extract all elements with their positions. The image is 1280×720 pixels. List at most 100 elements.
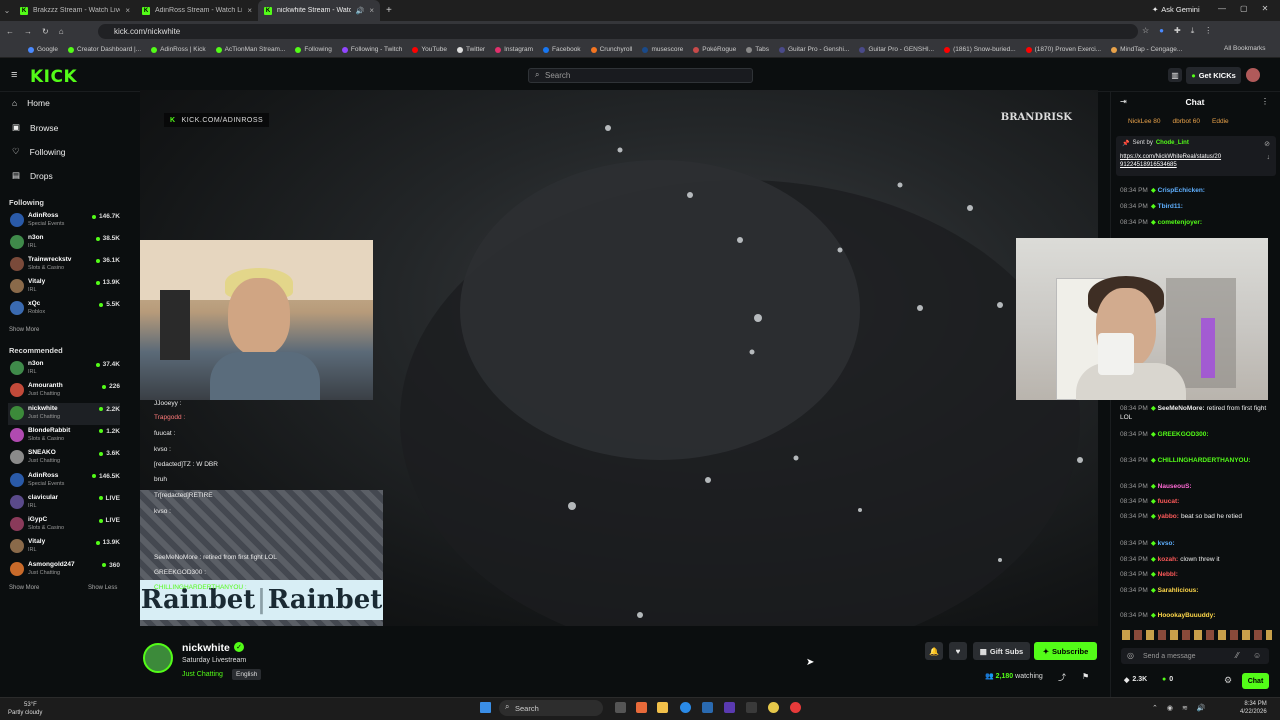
obs-icon[interactable] bbox=[790, 702, 801, 713]
edge-icon[interactable] bbox=[680, 702, 691, 713]
chrome-icon[interactable] bbox=[768, 702, 779, 713]
close-window-icon[interactable]: ✕ bbox=[1262, 4, 1269, 13]
system-tray[interactable]: ⌃ ◉ ≋ 🔊 bbox=[1152, 704, 1206, 712]
bookmark-item[interactable]: Creator Dashboard |... bbox=[67, 46, 141, 53]
chat-username[interactable]: CrispEchicken: bbox=[1158, 187, 1205, 194]
taskbar-search[interactable]: Search bbox=[499, 700, 603, 716]
bookmark-item[interactable]: Following - Twitch bbox=[341, 46, 402, 53]
sidebar-channel-blonderabbit[interactable]: BlondeRabbit Slots & Casino 1.2K bbox=[8, 425, 120, 447]
sidebar-channel-adinross[interactable]: AdinRoss Special Events 146.7K bbox=[8, 210, 120, 232]
back-icon[interactable]: ← bbox=[6, 27, 14, 36]
sidebar-channel-n3on[interactable]: n3on IRL 37.4K bbox=[8, 358, 120, 380]
forward-icon[interactable]: → bbox=[24, 27, 32, 36]
show-less-recommended[interactable]: Show Less bbox=[88, 585, 117, 591]
task-view-icon[interactable] bbox=[615, 702, 626, 713]
gifter-item[interactable]: Eddie bbox=[1212, 118, 1229, 125]
chat-message[interactable]: 08:34 PM ◆ yabbo: beat so bad he retied bbox=[1120, 512, 1270, 520]
reload-icon[interactable]: ↻ bbox=[42, 27, 49, 36]
bookmark-item[interactable]: Instagram bbox=[495, 46, 533, 53]
sidebar-channel-n3on[interactable]: n3on IRL 38.5K bbox=[8, 232, 120, 254]
commands-icon[interactable]: ⁄⁄ bbox=[1236, 651, 1239, 660]
kick-logo[interactable]: KICK bbox=[30, 67, 77, 87]
show-more-recommended[interactable]: Show More bbox=[9, 585, 39, 591]
bookmark-item[interactable]: (1870) Proven Exerci... bbox=[1025, 46, 1101, 53]
layout-icon[interactable]: ▥ bbox=[1168, 68, 1182, 82]
chat-message[interactable]: 08:34 PM ◆ kvso: bbox=[1120, 539, 1270, 547]
network-icon[interactable]: ◉ bbox=[1167, 704, 1173, 712]
star-icon[interactable]: ☆ bbox=[1142, 26, 1149, 36]
chat-message[interactable]: 08:34 PM ◆ SeeMeNoMore: retired from first… bbox=[1120, 404, 1270, 422]
chat-username[interactable]: Tbird11: bbox=[1158, 203, 1183, 210]
streamer-name[interactable]: nickwhite bbox=[182, 642, 230, 654]
menu-dots-icon[interactable]: ⋮ bbox=[1204, 26, 1212, 36]
chat-username[interactable]: fuucat: bbox=[1158, 498, 1180, 505]
bookmark-item[interactable]: (1861) Snow-buried... bbox=[944, 46, 1016, 53]
expand-pin-icon[interactable]: ↓ bbox=[1267, 154, 1271, 161]
tab-nickwhite[interactable]: Knickwhite Stream - Watch L... 🔊 × bbox=[258, 0, 380, 21]
hide-pin-icon[interactable]: ⊘ bbox=[1264, 140, 1270, 148]
chat-message[interactable]: 08:34 PM ◆ Tbird11: bbox=[1120, 202, 1270, 210]
chevron-up-icon[interactable]: ⌃ bbox=[1152, 704, 1158, 712]
chat-username[interactable]: yabbo: bbox=[1158, 513, 1179, 520]
app-icon[interactable] bbox=[724, 702, 735, 713]
bookmark-item[interactable]: Following bbox=[295, 46, 332, 53]
bookmark-item[interactable]: PokéRogue bbox=[693, 46, 736, 53]
bookmark-item[interactable]: Twitter bbox=[456, 46, 485, 53]
chat-message[interactable]: 08:34 PM ◆ Nebbl: bbox=[1120, 570, 1270, 578]
sidebar-channel-clavicular[interactable]: clavicular IRL LIVE bbox=[8, 492, 120, 514]
search-input[interactable]: Search bbox=[528, 68, 753, 83]
chat-username[interactable]: HoookayBuuuddy: bbox=[1158, 612, 1216, 619]
maximize-icon[interactable]: ▢ bbox=[1240, 4, 1248, 13]
emote-strip[interactable] bbox=[1122, 630, 1272, 640]
streamer-avatar[interactable] bbox=[143, 643, 173, 673]
windows-start-icon[interactable] bbox=[480, 702, 491, 713]
chat-message[interactable]: 08:34 PM ◆ cometenjoyer: bbox=[1120, 218, 1270, 226]
nav-browse[interactable]: ▣ Browse bbox=[12, 122, 58, 133]
tab-brakzzz[interactable]: K Brakzzz Stream - Watch Live o... × bbox=[14, 0, 136, 21]
more-options-icon[interactable]: ⚑ bbox=[1082, 672, 1089, 681]
bookmark-item[interactable]: Tabs bbox=[746, 46, 769, 53]
close-icon[interactable]: × bbox=[247, 6, 252, 15]
chat-username[interactable]: kvso: bbox=[1158, 540, 1175, 547]
kicks-balance[interactable]: ● 0 bbox=[1162, 676, 1173, 683]
bookmark-item[interactable]: Guitar Pro - GENSHI... bbox=[859, 46, 934, 53]
tab-adinross[interactable]: K AdinRoss Stream - Watch Live o... × bbox=[136, 0, 258, 21]
download-icon[interactable]: ⤓ bbox=[1191, 26, 1195, 36]
notification-bell-button[interactable]: 🔔 bbox=[925, 642, 943, 660]
ask-gemini-button[interactable]: ✦ Ask Gemini bbox=[1152, 5, 1200, 14]
bookmark-item[interactable]: musescore bbox=[642, 46, 683, 53]
sidebar-channel-igypc[interactable]: iGypC Slots & Casino LIVE bbox=[8, 514, 120, 536]
hamburger-menu-icon[interactable]: ≡ bbox=[11, 69, 17, 81]
get-kicks-button[interactable]: ● Get KICKs bbox=[1186, 67, 1241, 84]
nav-following[interactable]: ♡ Following bbox=[12, 146, 66, 157]
chat-username[interactable]: cometenjoyer: bbox=[1158, 219, 1202, 226]
sidebar-channel-sneako[interactable]: SNEAKO Just Chatting 3.6K bbox=[8, 447, 120, 469]
audio-icon[interactable]: 🔊 bbox=[356, 7, 365, 15]
chat-username[interactable]: NauseouS: bbox=[1158, 483, 1192, 490]
bookmark-item[interactable]: Google bbox=[28, 46, 58, 53]
channel-points[interactable]: ◆ 2.3K bbox=[1124, 676, 1147, 684]
close-icon[interactable]: × bbox=[125, 6, 130, 15]
bookmark-item[interactable]: Facebook bbox=[543, 46, 581, 53]
sidebar-channel-xqc[interactable]: xQc Roblox 5.5K bbox=[8, 298, 120, 320]
close-icon[interactable]: × bbox=[369, 6, 374, 15]
chat-message[interactable]: 08:34 PM ◆ GREEKGOD300: bbox=[1120, 430, 1270, 438]
sidebar-channel-trainwreckstv[interactable]: Trainwreckstv Slots & Casino 36.1K bbox=[8, 254, 120, 276]
chat-send-button[interactable]: Chat bbox=[1242, 673, 1269, 689]
gifter-item[interactable]: dbrbot 60 bbox=[1173, 118, 1200, 125]
weather-widget[interactable]: 53°F Partly cloudy bbox=[8, 701, 42, 717]
chat-message[interactable]: 08:34 PM ◆ CHILLINGHARDERTHANYOU: bbox=[1120, 456, 1270, 464]
volume-icon[interactable]: 🔊 bbox=[1197, 704, 1206, 712]
emoji-icon[interactable]: ☺ bbox=[1253, 651, 1261, 660]
chat-username[interactable]: kozah: bbox=[1158, 556, 1179, 563]
subscribe-button[interactable]: ✦ Subscribe bbox=[1034, 642, 1097, 660]
user-avatar[interactable] bbox=[1246, 68, 1260, 82]
chat-username[interactable]: Nebbl: bbox=[1158, 571, 1178, 578]
bookmark-item[interactable]: Guitar Pro - Genshi... bbox=[778, 46, 849, 53]
store-icon[interactable] bbox=[702, 702, 713, 713]
home-icon[interactable]: ⌂ bbox=[59, 27, 64, 36]
chat-username[interactable]: CHILLINGHARDERTHANYOU: bbox=[1158, 457, 1251, 464]
chat-message[interactable]: 08:34 PM ◆ fuucat: bbox=[1120, 497, 1270, 505]
sidebar-channel-adinross[interactable]: AdinRoss Special Events 146.5K bbox=[8, 470, 120, 492]
gift-subs-button[interactable]: ▦ Gift Subs bbox=[973, 642, 1030, 660]
